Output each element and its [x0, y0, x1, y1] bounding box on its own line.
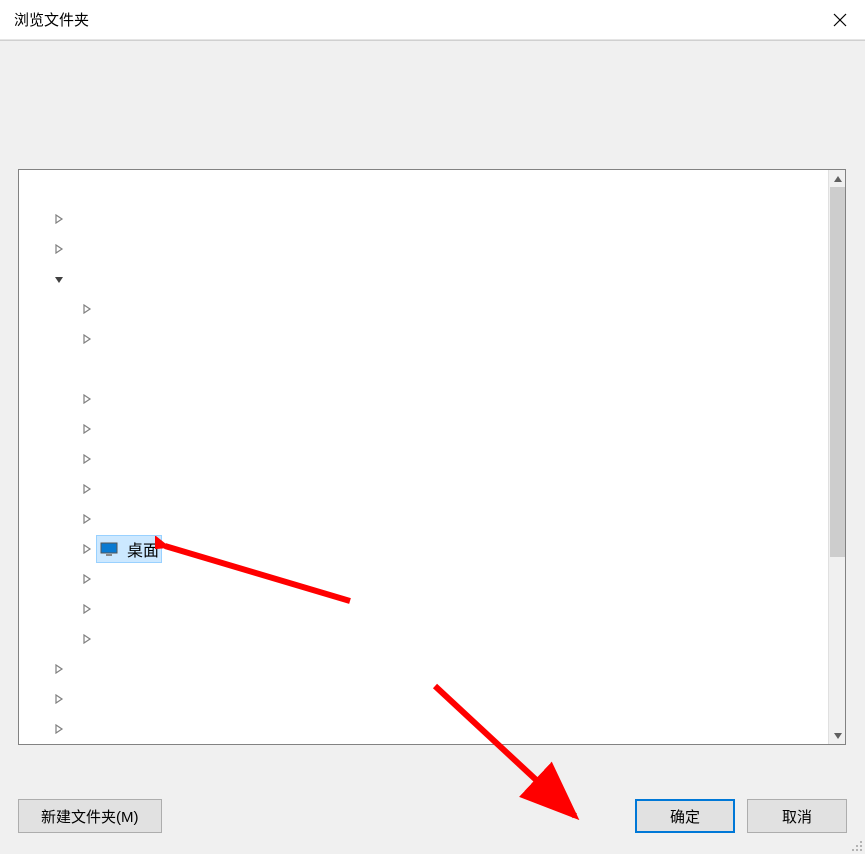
cancel-button[interactable]: 取消 — [747, 799, 847, 833]
chevron-right-icon[interactable] — [79, 391, 95, 407]
tree-item[interactable] — [19, 444, 828, 474]
chevron-right-icon[interactable] — [79, 511, 95, 527]
desktop-icon — [99, 539, 119, 559]
window-title: 浏览文件夹 — [14, 9, 89, 30]
chevron-right-icon[interactable] — [51, 691, 67, 707]
tree-item[interactable] — [19, 504, 828, 534]
chevron-right-icon[interactable] — [79, 451, 95, 467]
tree-item[interactable] — [19, 354, 828, 384]
chevron-right-icon[interactable] — [79, 631, 95, 647]
button-bar: 新建文件夹(M) 确定 取消 — [18, 796, 847, 836]
tree-item[interactable] — [19, 684, 828, 714]
scroll-up-button[interactable] — [829, 170, 846, 187]
tree-item[interactable] — [19, 654, 828, 684]
desktop-icon — [99, 539, 119, 559]
chevron-right-icon[interactable] — [79, 571, 95, 587]
chevron-down-icon[interactable] — [51, 271, 67, 287]
tree-item[interactable] — [19, 714, 828, 744]
tree-item[interactable] — [19, 294, 828, 324]
tree-item[interactable]: 桌面 — [19, 534, 828, 564]
tree-item-label: 桌面 — [127, 537, 159, 561]
tree-item[interactable] — [19, 234, 828, 264]
ok-button[interactable]: 确定 — [635, 799, 735, 833]
scrollbar-thumb[interactable] — [830, 187, 845, 557]
chevron-right-icon[interactable] — [51, 211, 67, 227]
chevron-right-icon[interactable] — [51, 661, 67, 677]
new-folder-button[interactable]: 新建文件夹(M) — [18, 799, 162, 833]
tree-item[interactable] — [19, 564, 828, 594]
close-icon — [833, 13, 847, 27]
dialog-body: 桌面 新建文件夹(M) 确定 取消 — [0, 40, 865, 854]
tree-item[interactable] — [19, 474, 828, 504]
tree-item[interactable] — [19, 204, 828, 234]
chevron-right-icon[interactable] — [51, 721, 67, 737]
tree-item[interactable] — [19, 414, 828, 444]
chevron-right-icon[interactable] — [79, 541, 95, 557]
tree-item[interactable] — [19, 594, 828, 624]
folder-tree: 桌面 — [18, 169, 846, 745]
tree-item[interactable] — [19, 384, 828, 414]
titlebar: 浏览文件夹 — [0, 0, 865, 40]
resize-grip[interactable] — [849, 838, 863, 852]
chevron-right-icon[interactable] — [79, 481, 95, 497]
tree-item[interactable] — [19, 174, 828, 204]
tree-item[interactable] — [19, 624, 828, 654]
scroll-down-button[interactable] — [829, 727, 846, 744]
close-button[interactable] — [815, 0, 865, 40]
tree-item[interactable] — [19, 324, 828, 354]
chevron-right-icon[interactable] — [79, 421, 95, 437]
chevron-right-icon[interactable] — [79, 601, 95, 617]
chevron-right-icon[interactable] — [79, 301, 95, 317]
scrollbar[interactable] — [828, 170, 845, 744]
folder-tree-viewport[interactable]: 桌面 — [19, 170, 828, 744]
chevron-right-icon[interactable] — [51, 241, 67, 257]
chevron-right-icon[interactable] — [79, 331, 95, 347]
tree-item[interactable] — [19, 264, 828, 294]
